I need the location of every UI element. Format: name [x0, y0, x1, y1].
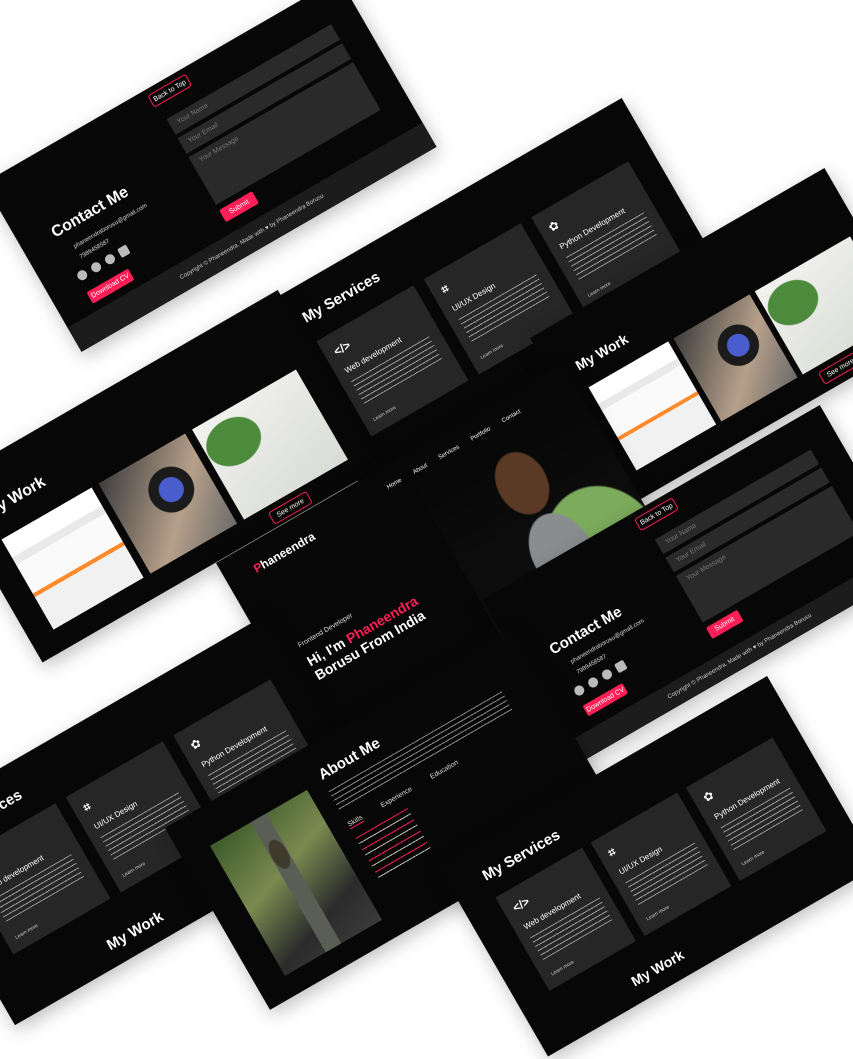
tab-skills[interactable]: Skills: [346, 814, 365, 830]
linkedin-icon[interactable]: [614, 659, 628, 674]
crop-icon: ⌗: [80, 799, 94, 815]
learn-more-link[interactable]: Learn more: [645, 904, 670, 922]
linkedin-icon[interactable]: [117, 244, 131, 259]
python-icon: ✿: [700, 787, 717, 806]
learn-more-link[interactable]: Learn more: [121, 861, 146, 879]
nav-home[interactable]: Home: [386, 478, 403, 491]
service-description: [530, 897, 613, 961]
facebook-icon[interactable]: [75, 268, 90, 283]
facebook-icon[interactable]: [572, 683, 587, 698]
brand-rest: haneendra: [257, 529, 318, 572]
brand-logo[interactable]: Phaneendra: [251, 529, 317, 575]
learn-more-link[interactable]: Learn more: [479, 343, 504, 361]
crop-icon: ⌗: [438, 281, 452, 297]
service-description: [625, 842, 708, 906]
work-title: My Work: [103, 908, 167, 954]
tab-experience[interactable]: Experience: [380, 786, 414, 810]
hero-heading: Hi, I'm Phaneendra Borusu From India: [304, 593, 429, 684]
code-icon: </>: [510, 894, 533, 916]
instagram-icon[interactable]: [103, 252, 117, 267]
learn-more-link[interactable]: Learn more: [372, 405, 397, 423]
back-to-top-button[interactable]: Back to Top: [147, 73, 193, 108]
code-icon: </>: [331, 337, 354, 359]
crop-icon: ⌗: [605, 844, 619, 861]
tab-education[interactable]: Education: [429, 759, 460, 781]
github-icon[interactable]: [89, 260, 103, 275]
nav-about[interactable]: About: [412, 463, 429, 476]
learn-more-link[interactable]: Learn more: [14, 923, 39, 941]
python-icon: ✿: [187, 735, 204, 753]
python-icon: ✿: [545, 217, 562, 235]
service-description: [458, 274, 550, 342]
work-title: My Work: [628, 946, 687, 990]
learn-more-link[interactable]: Learn more: [741, 849, 766, 867]
learn-more-link[interactable]: Learn more: [550, 959, 575, 977]
service-description: [720, 787, 803, 851]
github-icon[interactable]: [586, 675, 600, 690]
service-description: [0, 854, 85, 922]
instagram-icon[interactable]: [600, 667, 614, 682]
